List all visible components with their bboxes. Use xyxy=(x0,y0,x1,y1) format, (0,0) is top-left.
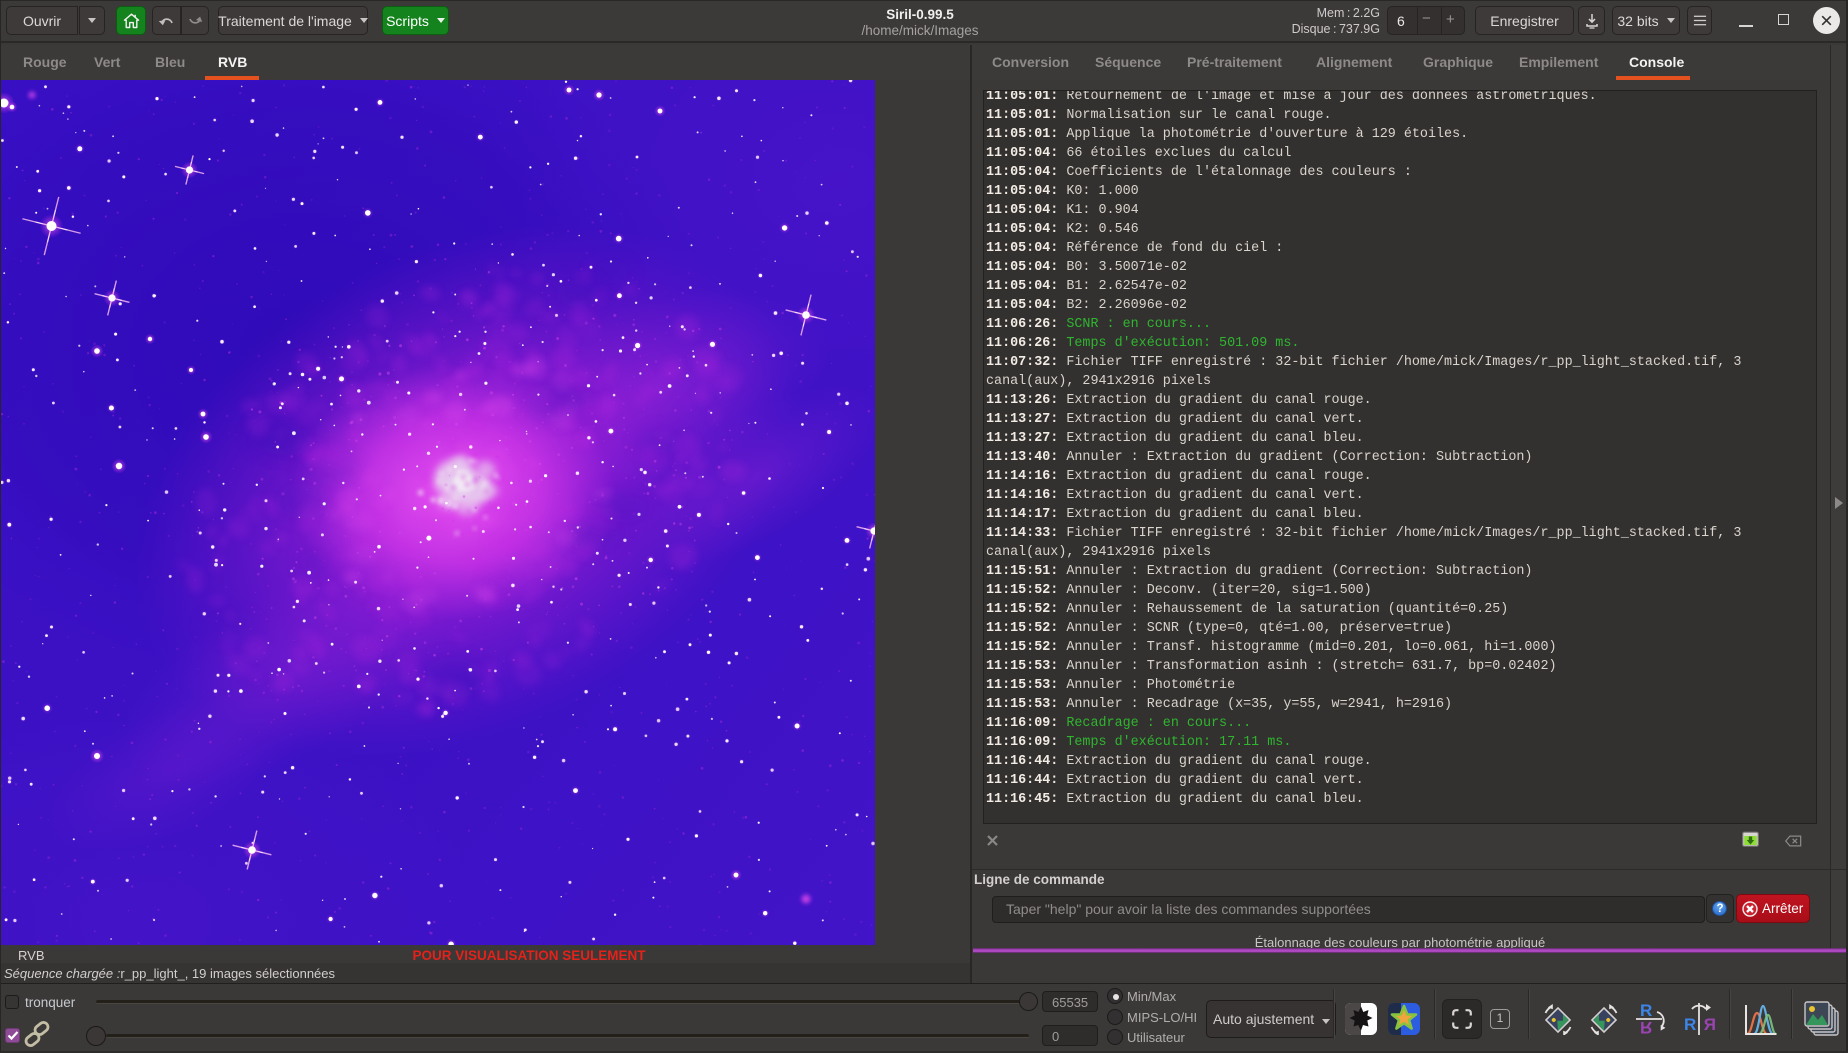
svg-text:R: R xyxy=(1640,1001,1652,1020)
svg-text:R: R xyxy=(1640,1018,1652,1037)
svg-text:R: R xyxy=(1704,1015,1716,1034)
svg-text:R: R xyxy=(1684,1015,1696,1034)
